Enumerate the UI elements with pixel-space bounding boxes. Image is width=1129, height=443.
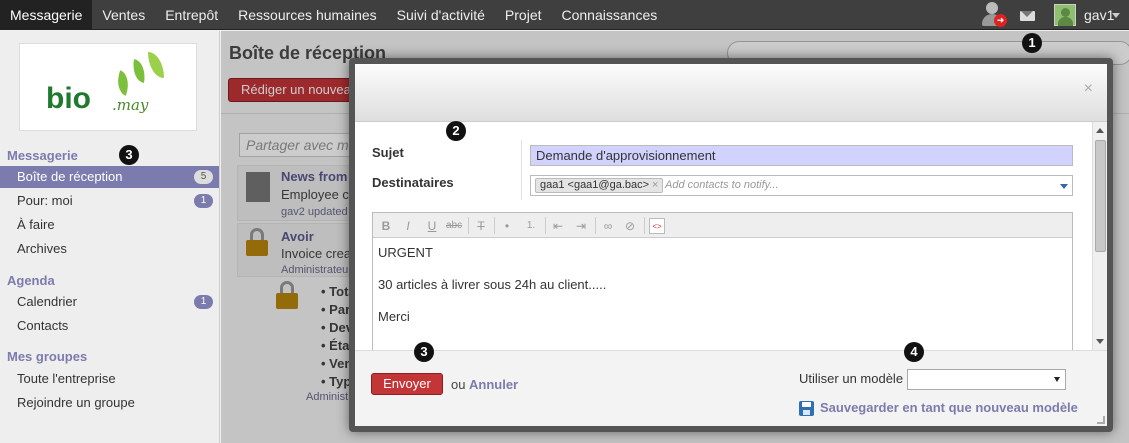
editor-toolbar: B I U abc T • 1. ⇤ ⇥ ∞ ⊘ <>	[373, 213, 1072, 238]
logo-text: bio	[46, 82, 91, 115]
strikethrough-icon[interactable]: abc	[446, 218, 462, 234]
sidebar-item-label: Archives	[17, 241, 67, 256]
send-button[interactable]: Envoyer	[371, 373, 443, 395]
message-editor[interactable]: B I U abc T • 1. ⇤ ⇥ ∞ ⊘ <> URGENT 30 ar…	[372, 212, 1073, 350]
menu-projet[interactable]: Projet	[495, 0, 552, 30]
subject-field[interactable]: Demande d'approvisionnement	[530, 145, 1073, 166]
resize-handle[interactable]	[1097, 416, 1105, 424]
user-avatar[interactable]	[1054, 4, 1076, 26]
scrollbar-thumb[interactable]	[1095, 140, 1106, 252]
sidebar-item-label: Contacts	[17, 318, 69, 333]
mail-icon[interactable]	[1020, 11, 1035, 21]
sidebar-item-label: À faire	[17, 217, 55, 232]
main-menu: Messagerie Ventes Entrepôt Ressources hu…	[0, 0, 667, 30]
menu-entrepot[interactable]: Entrepôt	[155, 0, 228, 30]
for-me-count-badge: 1	[194, 194, 213, 208]
chevron-down-icon[interactable]	[1060, 184, 1068, 189]
close-icon[interactable]: ×	[1084, 80, 1093, 98]
sidebar-item-label: Calendrier	[17, 294, 77, 309]
section-my-groups: Mes groupes	[7, 349, 88, 364]
dialog-header: ×	[355, 64, 1107, 122]
callout-marker: 3	[119, 145, 139, 165]
callout-marker: 1	[1022, 33, 1042, 53]
callout-marker: 3	[414, 342, 434, 362]
sidebar-item-whole-company[interactable]: Toute l'entreprise	[0, 368, 219, 390]
unlink-icon[interactable]: ⊘	[622, 218, 638, 234]
dialog-footer: Envoyer ou Annuler Utiliser un modèle Sa…	[355, 350, 1107, 426]
body-line: URGENT	[378, 245, 433, 260]
invite-user-icon[interactable]: ➜	[980, 2, 1010, 28]
logo-subtext: .may	[112, 96, 149, 114]
sidebar-item-for-me[interactable]: Pour: moi 1	[0, 190, 219, 212]
editor-content[interactable]: URGENT 30 articles à livrer sous 24h au …	[378, 245, 606, 341]
sidebar-item-contacts[interactable]: Contacts	[0, 315, 219, 337]
cancel-link[interactable]: Annuler	[469, 377, 518, 392]
bullet-list-icon[interactable]: •	[499, 218, 515, 234]
calendar-count-badge: 1	[194, 295, 213, 309]
recipient-placeholder: Add contacts to notify...	[665, 179, 779, 191]
remove-recipient-icon[interactable]: ×	[652, 179, 658, 191]
dialog-body: Sujet Destinataires Demande d'approvisio…	[355, 122, 1107, 350]
save-icon[interactable]	[799, 401, 814, 416]
source-code-icon[interactable]: <>	[649, 218, 665, 234]
sidebar-item-todo[interactable]: À faire	[0, 214, 219, 236]
company-logo: bio .may	[19, 43, 197, 131]
chevron-down-icon[interactable]	[1112, 13, 1120, 18]
body-line: Merci	[378, 309, 410, 324]
outdent-icon[interactable]: ⇤	[550, 218, 566, 234]
sidebar-item-label: Boîte de réception	[17, 169, 123, 184]
menu-connaissances[interactable]: Connaissances	[552, 0, 668, 30]
body-line: 30 articles à livrer sous 24h au client.…	[378, 277, 607, 292]
underline-icon[interactable]: U	[424, 218, 440, 234]
section-agenda: Agenda	[7, 273, 55, 288]
link-icon[interactable]: ∞	[600, 218, 616, 234]
menu-ventes[interactable]: Ventes	[92, 0, 155, 30]
template-label: Utiliser un modèle	[799, 371, 904, 386]
callout-marker: 4	[904, 342, 924, 362]
username[interactable]: gav1	[1084, 0, 1114, 30]
sidebar-item-calendar[interactable]: Calendrier 1	[0, 291, 219, 313]
recipient-tag-label: gaa1 <gaa1@ga.bac>	[540, 179, 650, 191]
sidebar-item-inbox[interactable]: Boîte de réception 5	[0, 166, 219, 188]
indent-icon[interactable]: ⇥	[573, 218, 589, 234]
or-text: ou	[451, 377, 466, 392]
inbox-count-badge: 5	[194, 170, 213, 184]
sidebar-item-join-group[interactable]: Rejoindre un groupe	[0, 392, 219, 414]
dialog-scrollbar[interactable]	[1092, 122, 1107, 350]
scroll-up-icon[interactable]	[1096, 128, 1104, 133]
sidebar: bio .may Messagerie Boîte de réception 5…	[0, 31, 220, 443]
recipient-tag[interactable]: gaa1 <gaa1@ga.bac> ×	[535, 178, 664, 193]
sidebar-item-label: Pour: moi	[17, 193, 73, 208]
sidebar-item-archives[interactable]: Archives	[0, 238, 219, 260]
divider	[521, 140, 522, 200]
clear-format-icon[interactable]: T	[473, 218, 489, 234]
bold-icon[interactable]: B	[378, 218, 394, 234]
menu-ressources-humaines[interactable]: Ressources humaines	[228, 0, 387, 30]
recipients-field[interactable]: gaa1 <gaa1@ga.bac> × Add contacts to noti…	[530, 175, 1073, 196]
numbered-list-icon[interactable]: 1.	[523, 218, 539, 234]
scroll-down-icon[interactable]	[1096, 339, 1104, 344]
subject-label: Sujet	[372, 145, 404, 160]
italic-icon[interactable]: I	[400, 218, 416, 234]
save-as-template-link[interactable]: Sauvegarder en tant que nouveau modèle	[820, 400, 1078, 415]
sidebar-item-label: Rejoindre un groupe	[17, 395, 135, 410]
recipients-label: Destinataires	[372, 175, 454, 190]
chevron-down-icon	[1054, 377, 1060, 382]
sidebar-item-label: Toute l'entreprise	[17, 371, 116, 386]
menu-messagerie[interactable]: Messagerie	[0, 0, 93, 30]
top-navigation-bar: Messagerie Ventes Entrepôt Ressources hu…	[0, 0, 1129, 30]
menu-suivi-activite[interactable]: Suivi d'activité	[387, 0, 495, 30]
section-messagerie: Messagerie	[7, 148, 78, 163]
compose-dialog: × Sujet Destinataires Demande d'approvis…	[349, 58, 1113, 432]
callout-marker: 2	[446, 121, 466, 141]
template-select[interactable]	[907, 369, 1066, 390]
